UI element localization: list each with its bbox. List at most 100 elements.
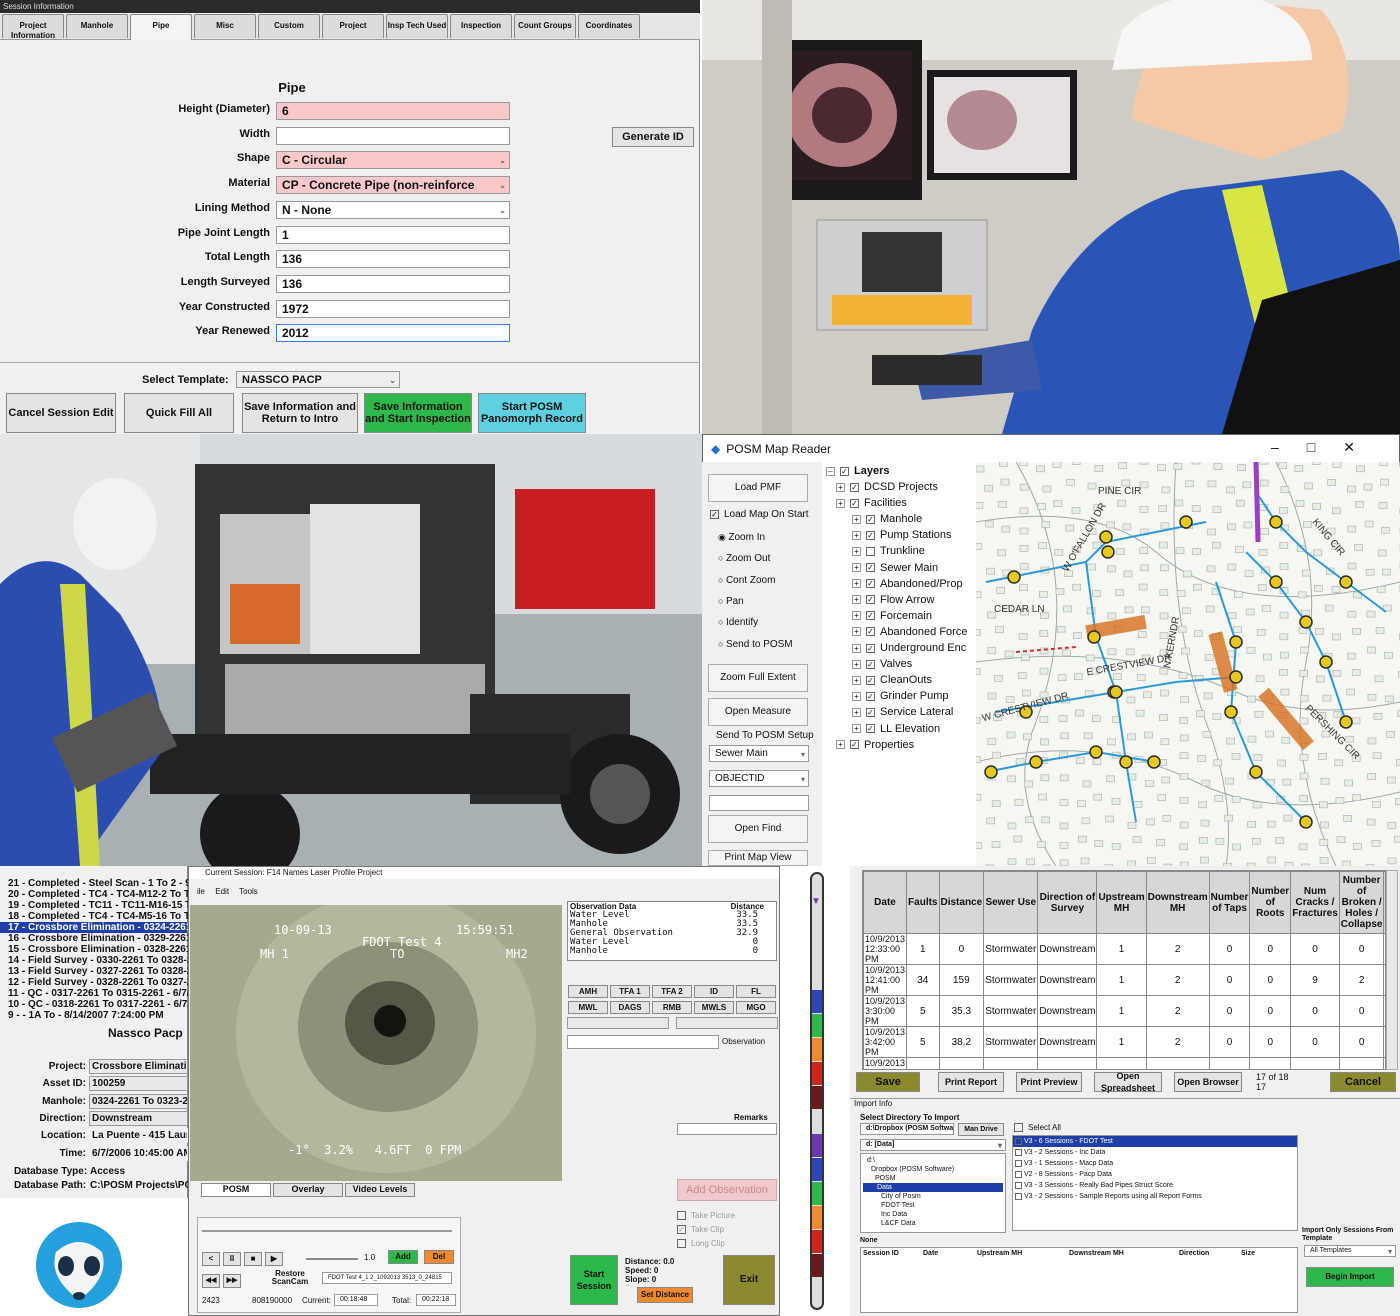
expand-icon[interactable]: + [852, 659, 861, 669]
expand-icon[interactable]: + [852, 724, 861, 734]
print-report-button[interactable]: Print Report [938, 1072, 1004, 1092]
tab-project[interactable]: Project [322, 14, 384, 38]
session-list-item[interactable]: 10 - QC - 0318-2261 To 0317-2261 - 6/7/2 [0, 999, 196, 1010]
column-header[interactable]: Direction of Survey [1037, 871, 1098, 934]
field-input-year-renewed[interactable]: 2012 [276, 324, 510, 343]
manhole-marker[interactable] [1099, 530, 1113, 544]
code-button-fl[interactable]: FL [736, 985, 776, 998]
folder-tree-item[interactable]: d:\ [863, 1156, 1003, 1165]
expand-icon[interactable]: + [852, 691, 861, 701]
pipe-video[interactable]: 10-09-13 15:59:51 FDOT Test 4 TO MH 1 MH… [190, 905, 562, 1181]
quick-fill-button[interactable]: Quick Fill All [124, 393, 234, 433]
manhole-marker[interactable] [1269, 515, 1283, 529]
prev-frame-icon[interactable]: ◀◀ [202, 1274, 220, 1288]
rewind-icon[interactable]: < [202, 1252, 220, 1266]
import-column-header[interactable]: Date [923, 1250, 977, 1257]
pause-icon[interactable]: II [223, 1252, 241, 1266]
add-observation-button[interactable]: Add Observation [677, 1179, 777, 1201]
layer-abandoned-force[interactable]: + ✓ Abandoned Force [852, 626, 967, 638]
layer-service-lateral[interactable]: + ✓ Service Lateral [852, 706, 953, 718]
tab-misc[interactable]: Misc [194, 14, 256, 38]
checkbox-icon[interactable]: ✓ [866, 579, 875, 589]
checkbox-icon[interactable]: ✓ [850, 482, 859, 492]
cancel-button[interactable]: Cancel [1330, 1072, 1396, 1092]
table-row[interactable]: 10/9/2013 3:30:00 PM 5 35.3 Stormwater Downs… [863, 995, 1385, 1027]
add-clip-button[interactable]: Add [388, 1250, 418, 1264]
manhole-marker[interactable] [1087, 630, 1101, 644]
layer-underground-enc[interactable]: + ✓ Underground Enc [852, 642, 966, 654]
table-row[interactable]: 10/9/2013 3:57:00 PM533.5StormwaterDowns… [863, 1057, 1385, 1069]
save-button[interactable]: Save [856, 1072, 920, 1092]
folder-tree-item[interactable]: POSM [863, 1174, 1003, 1183]
cancel-session-button[interactable]: Cancel Session Edit [6, 393, 116, 433]
expand-icon[interactable]: + [852, 563, 861, 573]
expand-icon[interactable]: + [852, 707, 861, 717]
manhole-marker[interactable] [1299, 815, 1313, 829]
field-input-total-length[interactable]: 136 [276, 250, 510, 269]
session-list-item[interactable]: 17 - Crossbore Elimination - 0324-2261 T… [0, 922, 206, 933]
session-list-item[interactable]: 13 - Field Survey - 0327-2261 To 0328-22 [0, 966, 198, 977]
checkbox-icon[interactable] [866, 546, 875, 556]
checkbox-icon[interactable] [1015, 1181, 1022, 1189]
expand-icon[interactable]: + [836, 498, 845, 508]
code-button-tfa 1[interactable]: TFA 1 [610, 985, 650, 998]
folder-tree-item[interactable]: Inc Data [863, 1210, 1003, 1219]
playback-controls[interactable]: < II ■ ▶ [202, 1252, 283, 1266]
import-path-input[interactable]: d:\Dropbox (POSM Softwar [860, 1123, 954, 1135]
import-session-item[interactable]: V3 - 1 Sessions - Macp Data [1013, 1158, 1297, 1169]
expand-icon[interactable]: + [852, 595, 861, 605]
exit-button[interactable]: Exit [723, 1255, 775, 1305]
folder-tree[interactable]: d:\ Dropbox (POSM Software) POSM Data City o… [860, 1153, 1006, 1233]
expand-icon[interactable]: + [852, 675, 861, 685]
column-header[interactable]: Num Cracks / Fractures [1290, 871, 1340, 934]
import-preview-table[interactable]: Session ID Date Upstream MH Downstream MH Di… [860, 1247, 1298, 1313]
manhole-marker[interactable] [1339, 715, 1353, 729]
set-distance-button[interactable]: Set Distance [637, 1287, 693, 1303]
expand-icon[interactable]: + [852, 643, 861, 653]
session-list-item[interactable]: 20 - Completed - TC4 - TC4-M12-2 To TC4 [0, 889, 203, 900]
manhole-marker[interactable] [1299, 615, 1313, 629]
template-select[interactable]: NASSCO PACP ⌄ [236, 371, 400, 388]
folder-tree-item[interactable]: L&CF Data [863, 1219, 1003, 1228]
session-list-item[interactable]: 14 - Field Survey - 0330-2261 To 0328-22 [0, 955, 198, 966]
manhole-marker[interactable] [1179, 515, 1193, 529]
expand-icon[interactable]: + [836, 740, 845, 750]
column-header[interactable]: Faults [906, 871, 940, 934]
column-header[interactable]: Sewer Use [983, 871, 1039, 934]
manhole-marker[interactable] [1147, 755, 1161, 769]
tab-overlay[interactable]: Overlay [273, 1183, 343, 1197]
code-button-mgo[interactable]: MGO [736, 1001, 776, 1014]
code-button-id[interactable]: ID [694, 985, 734, 998]
code-select-2[interactable] [676, 1017, 778, 1029]
table-row[interactable]: 10/9/2013 12:41:00 PM 34 159 Stormwater Down… [863, 964, 1385, 996]
layer-facilities[interactable]: + ✓ Facilities [836, 497, 907, 509]
import-column-header[interactable]: Size [1241, 1250, 1281, 1257]
select-all-check[interactable]: Select All [1014, 1123, 1061, 1133]
observation-row[interactable]: Manhole 0 [568, 947, 776, 956]
man-drive-button[interactable]: Man Drive [958, 1123, 1004, 1136]
session-import-list[interactable]: V3 - 6 Sessions - FDOT Test V3 - 2 Sessio… [1012, 1135, 1298, 1231]
field-input-width[interactable] [276, 126, 510, 145]
table-row[interactable]: 10/9/2013 3:42:00 PM 5 38.2 Stormwater Downs… [863, 1026, 1385, 1058]
tab-project-information[interactable]: Project Information [2, 14, 64, 40]
layer-manhole[interactable]: + ✓ Manhole [852, 513, 922, 525]
field-input-material[interactable]: CP - Concrete Pipe (non-reinforce ⌄ [276, 176, 510, 195]
layer-pump-stations[interactable]: + ✓ Pump Stations [852, 529, 952, 541]
manhole-marker[interactable] [1319, 655, 1333, 669]
field-input-length-surveyed[interactable]: 136 [276, 274, 510, 293]
field-input-lining-method[interactable]: N - None ⌄ [276, 200, 510, 219]
open-measure-button[interactable]: Open Measure [708, 698, 808, 726]
tab-insp-tech-used[interactable]: Insp Tech Used [386, 14, 448, 38]
session-list-item[interactable]: 16 - Crossbore Elimination - 0329-2261 T… [0, 933, 206, 944]
expand-icon[interactable]: + [852, 546, 861, 556]
code-button-mwls[interactable]: MWLS [694, 1001, 734, 1014]
layer-cleanouts[interactable]: + ✓ CleanOuts [852, 674, 932, 686]
checkbox-icon[interactable]: ✓ [866, 691, 875, 701]
map-canvas[interactable]: W O'FALLON DR PINE CIR KING CIR CEDAR LN… [976, 462, 1400, 866]
session-list-item[interactable]: 11 - QC - 0317-2261 To 0315-2261 - 6/7/2 [0, 988, 195, 999]
checkbox-icon[interactable]: ✓ [866, 707, 875, 717]
menu-bar[interactable]: ile Edit Tools [197, 887, 258, 896]
expand-icon[interactable]: + [852, 514, 861, 524]
tab-manhole[interactable]: Manhole [66, 14, 128, 38]
field-input-height-diameter[interactable]: 6 [276, 102, 510, 120]
